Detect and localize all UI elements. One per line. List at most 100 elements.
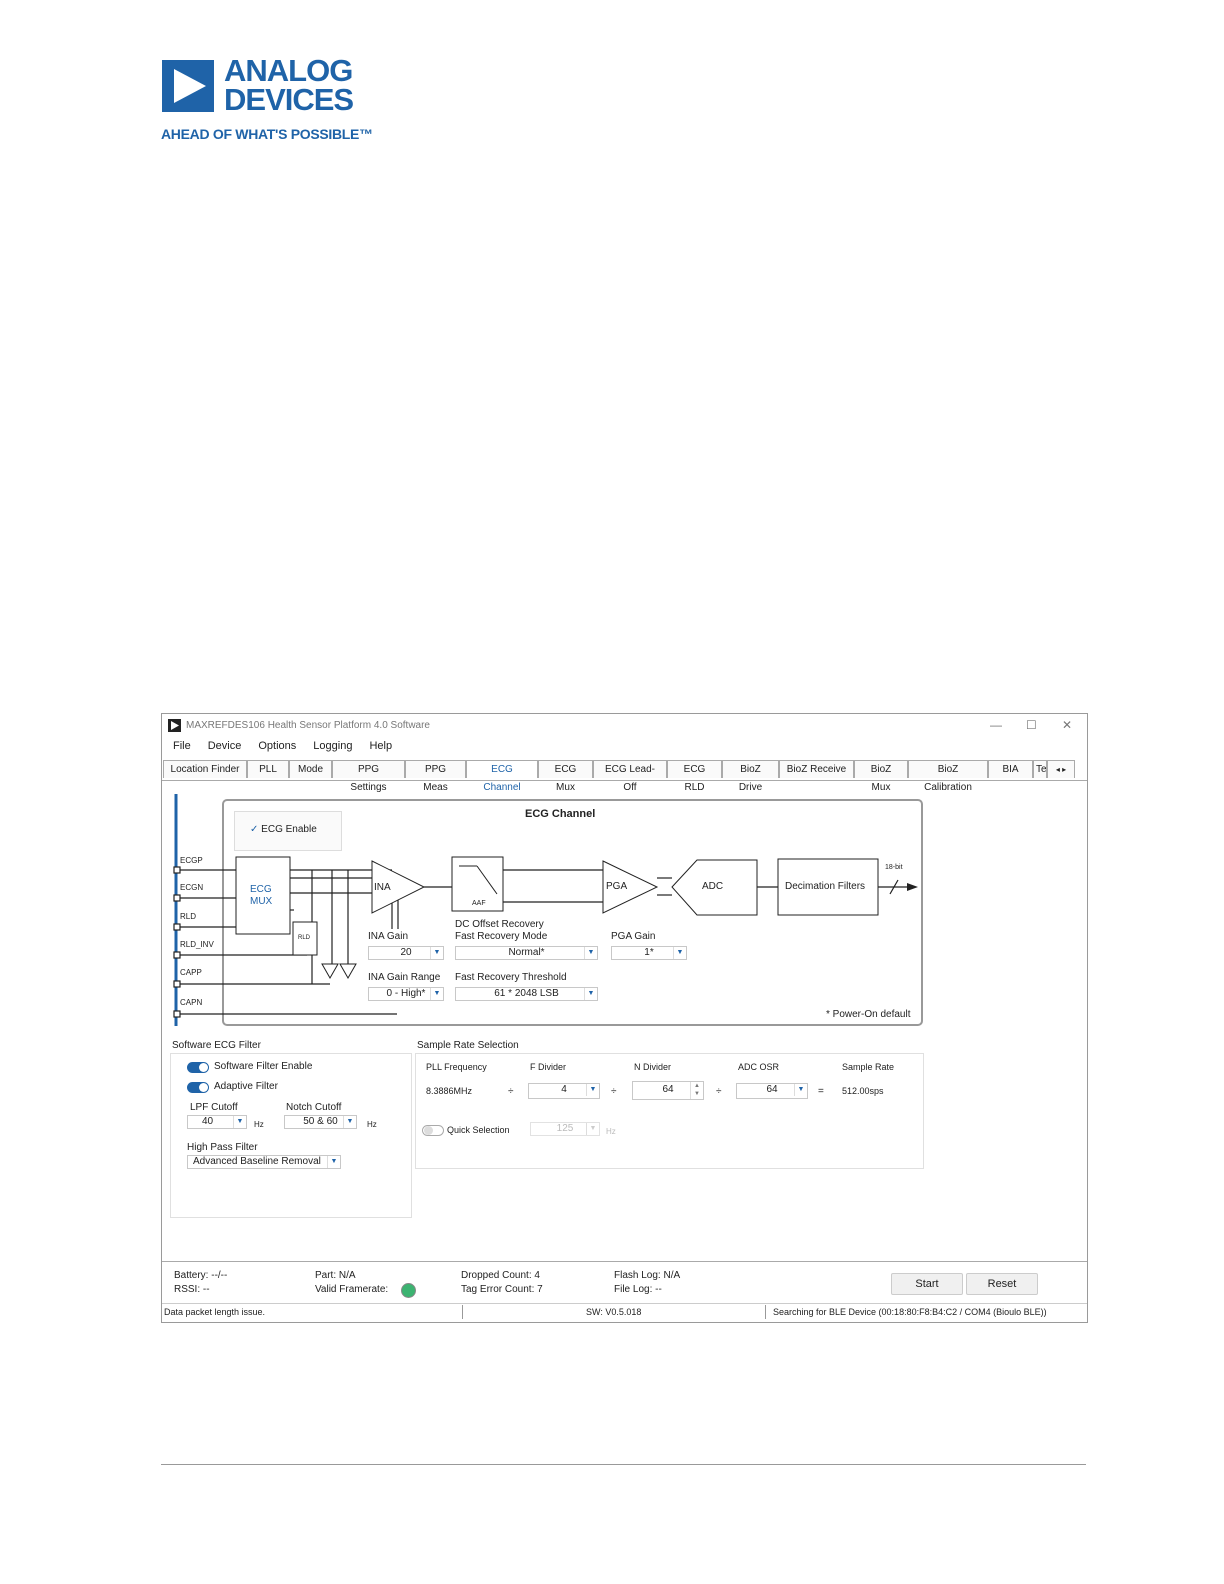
software-filter-enable-toggle[interactable] [187,1062,209,1073]
software-version: SW: V0.5.018 [586,1307,642,1317]
diagram-title: ECG Channel [525,808,596,820]
software-filter-enable-label: Software Filter Enable [214,1061,313,1072]
pin-ecgp: ECGP [180,856,203,865]
notch-cutoff-select[interactable]: 50 & 60 ▼ [284,1115,357,1129]
app-window: MAXREFDES106 Health Sensor Platform 4.0 … [161,713,1088,1323]
fast-recovery-mode-select[interactable]: Normal* ▼ [455,946,598,960]
dropdown-arrow-icon: ▼ [343,1116,356,1128]
quick-selection-select[interactable]: 125 ▼ [530,1122,600,1136]
battery-status: Battery: --/-- [174,1270,228,1281]
equals-sign: = [818,1086,824,1097]
dropdown-arrow-icon: ▼ [327,1156,340,1168]
lpf-cutoff-label: LPF Cutoff [190,1102,238,1113]
dropped-count: Dropped Count: 4 [461,1270,540,1281]
dropdown-arrow-icon: ▼ [584,947,597,959]
bit-width-label: 18-bit [885,864,903,871]
tab-scroll-arrows[interactable]: ◂ ▸ [1047,760,1075,778]
tab-pll[interactable]: PLL [247,760,289,778]
high-pass-filter-select[interactable]: Advanced Baseline Removal ▼ [187,1155,341,1169]
lpf-cutoff-select[interactable]: 40 ▼ [187,1115,247,1129]
pga-gain-label: PGA Gain [611,931,656,942]
quick-selection-unit: Hz [606,1127,616,1136]
ecg-enable-label: ECG Enable [261,824,317,835]
menu-file[interactable]: File [173,740,191,752]
logo-tagline: AHEAD OF WHAT'S POSSIBLE™ [161,126,373,142]
adc-osr-label: ADC OSR [738,1062,780,1072]
adc-osr-select[interactable]: 64 ▼ [736,1083,808,1099]
ina-label: INA [374,882,391,893]
n-divider-stepper[interactable]: 64 ▲ ▼ [632,1081,704,1100]
ina-gain-label: INA Gain [368,931,409,942]
pll-frequency-value: 8.3886MHz [426,1086,473,1096]
menu-bar: File Device Options Logging Help [162,740,398,758]
tab-ppg-settings[interactable]: PPG Settings [332,760,405,793]
tab-ecg-mux[interactable]: ECG Mux [538,760,593,793]
quick-selection-label: Quick Selection [447,1125,510,1135]
tab-mode[interactable]: Mode [289,760,332,778]
checkmark-icon: ✓ [250,824,259,835]
quick-selection-toggle[interactable] [422,1125,444,1136]
ina-gain-select[interactable]: 20 ▼ [368,946,444,960]
tab-bioz-mux[interactable]: BioZ Mux [854,760,908,793]
tab-location-finder[interactable]: Location Finder [163,760,247,778]
lpf-unit: Hz [254,1120,264,1129]
tab-strip: Location Finder PLL Mode PPG Settings PP… [163,760,1075,793]
sample-rate-value: 512.00sps [842,1086,884,1096]
tab-truncated[interactable]: Te [1033,760,1047,778]
spinner-icon: ▲ ▼ [690,1082,703,1099]
pga-gain-select[interactable]: 1* ▼ [611,946,687,960]
pga-label: PGA [606,881,628,892]
ina-gain-range-select[interactable]: 0 - High* ▼ [368,987,444,1001]
sample-rate-selection-title: Sample Rate Selection [417,1040,519,1051]
dropdown-arrow-icon: ▼ [430,947,443,959]
valid-framerate-label: Valid Framerate: [315,1284,389,1295]
tab-bioz-receive[interactable]: BioZ Receive [779,760,854,778]
ecg-enable-checkbox[interactable]: ✓ ECG Enable [250,824,317,835]
flash-log-status: Flash Log: N/A [614,1270,681,1281]
tab-bioz-drive[interactable]: BioZ Drive [722,760,779,793]
pin-rld-inv: RLD_INV [180,940,214,949]
software-ecg-filter-group [170,1053,412,1218]
logo-text: ANALOG DEVICES [224,53,354,117]
notch-cutoff-label: Notch Cutoff [286,1102,342,1113]
fast-recovery-mode-label: Fast Recovery Mode [455,931,548,942]
dropdown-arrow-icon: ▼ [794,1084,807,1096]
power-on-default-note: * Power-On default [826,1009,911,1020]
framerate-status-led [401,1283,416,1298]
adaptive-filter-label: Adaptive Filter [214,1081,278,1092]
title-bar: MAXREFDES106 Health Sensor Platform 4.0 … [162,714,1087,738]
f-divider-select[interactable]: 4 ▼ [528,1083,600,1099]
start-button[interactable]: Start [891,1273,963,1295]
page-footer-rule [161,1464,1086,1465]
dropdown-arrow-icon: ▼ [233,1116,246,1128]
ina-gain-range-label: INA Gain Range [368,972,441,983]
fast-recovery-threshold-label: Fast Recovery Threshold [455,972,567,983]
pin-capn: CAPN [180,998,203,1007]
menu-device[interactable]: Device [208,740,242,752]
fast-recovery-threshold-select[interactable]: 61 * 2048 LSB ▼ [455,987,598,1001]
tab-ppg-meas[interactable]: PPG Meas [405,760,466,793]
tab-ecg-channel[interactable]: ECG Channel [466,760,538,793]
aaf-label: AAF [472,900,486,907]
dropdown-arrow-icon: ▼ [673,947,686,959]
rssi-status: RSSI: -- [174,1284,210,1295]
sample-rate-label: Sample Rate [842,1062,895,1072]
tag-error-count: Tag Error Count: 7 [461,1284,543,1295]
part-status: Part: N/A [315,1270,356,1281]
menu-logging[interactable]: Logging [313,740,352,752]
close-icon[interactable]: ✕ [1062,718,1072,732]
tab-ecg-rld[interactable]: ECG RLD [667,760,722,793]
reset-button[interactable]: Reset [966,1273,1038,1295]
adaptive-filter-toggle[interactable] [187,1082,209,1093]
menu-options[interactable]: Options [258,740,296,752]
tab-bia[interactable]: BIA [988,760,1033,778]
file-log-status: File Log: -- [614,1284,662,1295]
tab-ecg-lead-off[interactable]: ECG Lead-Off [593,760,667,793]
divide-sign: ÷ [716,1086,722,1097]
maximize-icon[interactable]: ☐ [1026,718,1037,732]
app-icon [168,719,181,732]
menu-help[interactable]: Help [369,740,392,752]
minimize-icon[interactable]: — [990,718,1002,732]
ecg-mux-label: ECG MUX [250,884,273,907]
tab-bioz-calibration[interactable]: BioZ Calibration [908,760,988,793]
